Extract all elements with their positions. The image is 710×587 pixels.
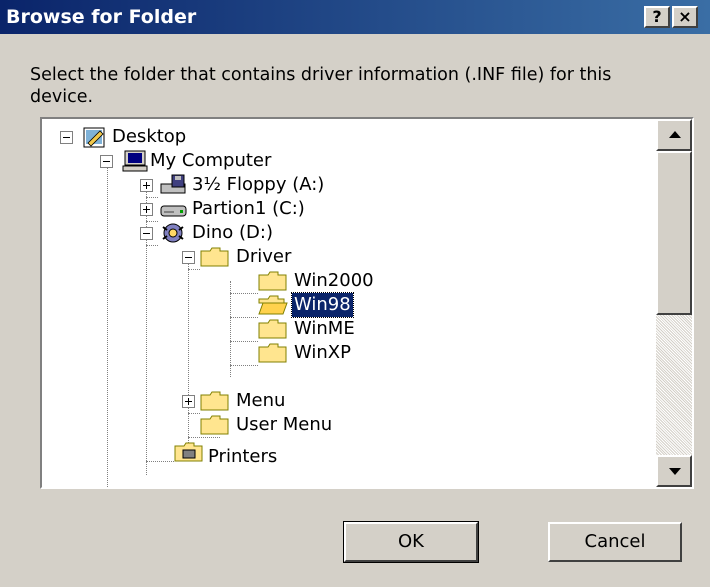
ok-button[interactable]: OK <box>343 521 479 563</box>
tree-item-desktop[interactable]: Desktop <box>42 125 342 149</box>
tree-item-label: 3½ Floppy (A:) <box>192 174 325 195</box>
folder-icon <box>258 271 287 291</box>
floppy-drive-icon <box>160 174 186 194</box>
tree-item-partion1[interactable]: Partion1 (C:) <box>42 197 362 221</box>
vertical-scrollbar[interactable] <box>656 119 692 487</box>
close-button[interactable]: × <box>672 6 698 28</box>
expand-toggle[interactable] <box>140 179 153 192</box>
folder-icon <box>200 247 229 267</box>
desktop-icon <box>83 127 105 148</box>
tree-item-dino[interactable]: Dino (D:) <box>42 221 362 245</box>
collapse-toggle[interactable] <box>182 251 195 264</box>
tree-connector <box>230 365 258 366</box>
hard-drive-icon <box>160 205 187 217</box>
tree-connector <box>146 461 174 462</box>
scroll-up-button[interactable] <box>656 119 692 151</box>
collapse-toggle[interactable] <box>100 155 113 168</box>
cancel-button[interactable]: Cancel <box>548 522 682 562</box>
folder-icon <box>258 343 287 363</box>
tree-item-label: Desktop <box>112 126 187 147</box>
tree-item-label: Partion1 (C:) <box>192 198 305 219</box>
folder-icon <box>200 415 229 435</box>
tree-item-user-menu[interactable]: User Menu <box>42 413 382 437</box>
tree-item-label: My Computer <box>150 150 272 171</box>
browse-for-folder-dialog: Browse for Folder ? × Select the folder … <box>0 0 710 587</box>
close-icon: × <box>678 7 692 26</box>
tree-item-driver[interactable]: Driver <box>42 245 362 269</box>
tree-item-label: Driver <box>236 246 292 267</box>
folder-tree-content: Desktop My Computer 3½ Floppy (A:) Parti… <box>42 119 656 487</box>
expand-toggle[interactable] <box>182 395 195 408</box>
title-bar[interactable]: Browse for Folder ? × <box>0 0 710 34</box>
tree-item-label: Menu <box>236 390 286 411</box>
tree-item-floppy[interactable]: 3½ Floppy (A:) <box>42 173 362 197</box>
tree-item-label: User Menu <box>236 414 333 435</box>
tree-item-label: Printers <box>208 446 278 467</box>
printers-folder-icon <box>174 442 203 462</box>
folder-open-icon <box>258 295 288 315</box>
window-title: Browse for Folder <box>6 6 197 28</box>
tree-item-label: WinXP <box>294 342 351 363</box>
arrow-down-icon <box>669 468 681 475</box>
tree-item-menu[interactable]: Menu <box>42 389 362 413</box>
scroll-down-button[interactable] <box>656 455 692 487</box>
tree-item-win2000[interactable]: Win2000 <box>42 269 402 293</box>
tree-item-printers[interactable]: Printers <box>42 437 362 467</box>
expand-toggle[interactable] <box>140 203 153 216</box>
cd-drive-icon <box>162 223 184 243</box>
computer-icon <box>122 150 148 172</box>
tree-item-label: WinME <box>294 318 355 339</box>
scrollbar-thumb[interactable] <box>656 151 692 315</box>
folder-icon <box>258 319 287 339</box>
help-icon: ? <box>652 7 662 26</box>
arrow-up-icon <box>669 131 681 138</box>
tree-item-winxp[interactable]: WinXP <box>42 341 402 365</box>
tree-item-my-computer[interactable]: My Computer <box>42 149 342 173</box>
help-button[interactable]: ? <box>644 6 670 28</box>
tree-item-label: Dino (D:) <box>192 222 273 243</box>
collapse-toggle[interactable] <box>140 227 153 240</box>
folder-icon <box>200 391 229 411</box>
folder-tree[interactable]: Desktop My Computer 3½ Floppy (A:) Parti… <box>40 117 694 489</box>
tree-item-winme[interactable]: WinME <box>42 317 402 341</box>
tree-item-label: Win2000 <box>294 270 374 291</box>
tree-item-win98[interactable]: Win98 <box>42 292 402 318</box>
collapse-toggle[interactable] <box>60 131 73 144</box>
tree-item-label: Win98 <box>291 292 354 318</box>
instruction-text: Select the folder that contains driver i… <box>30 65 612 107</box>
